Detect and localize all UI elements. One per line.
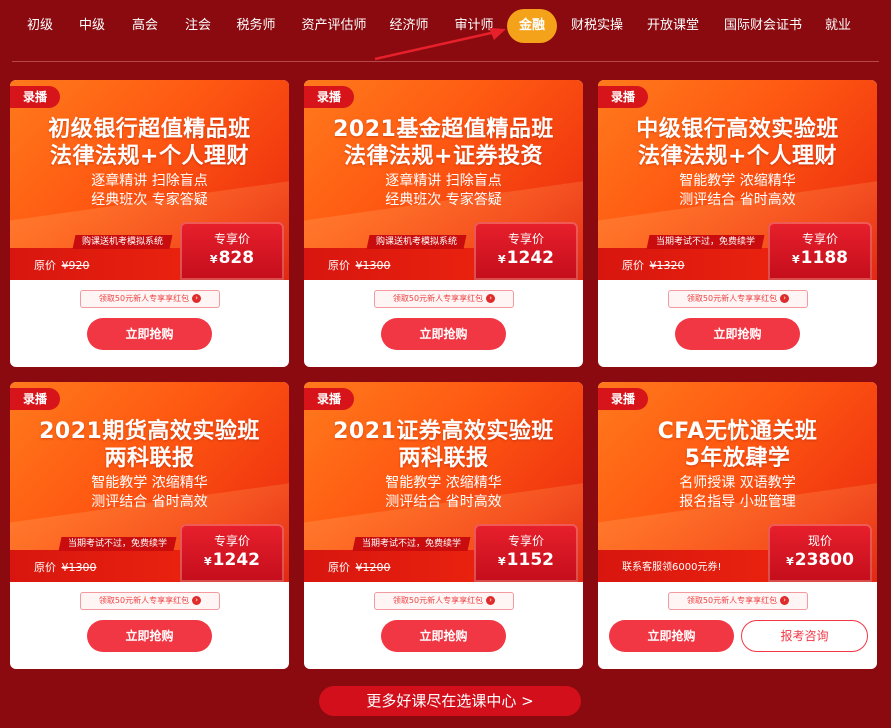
price-box: 专享价 ¥1152 bbox=[474, 524, 578, 582]
price-box: 现价 ¥23800 bbox=[768, 524, 872, 582]
buy-now-button[interactable]: 立即抢购 bbox=[87, 620, 212, 652]
promo-badge: 购课送机考模拟系统 bbox=[72, 235, 173, 249]
course-banner[interactable]: 录播 CFA无忧通关班 5年放肆学 名师授课 双语教学 报名指导 小班管理 联系客服… bbox=[598, 382, 877, 582]
tab-guoji-caihui[interactable]: 国际财会证书 bbox=[720, 9, 806, 43]
recorded-tag: 录播 bbox=[598, 388, 648, 410]
price-strip: 当期考试不过，免费续学 原价 ¥1200 bbox=[304, 537, 476, 582]
course-features: 逐章精讲 扫除盲点 经典班次 专家答疑 bbox=[385, 173, 502, 208]
original-price: 原价 ¥1320 bbox=[622, 259, 685, 272]
tab-zhuhui[interactable]: 注会 bbox=[174, 9, 222, 43]
course-card: 录播 CFA无忧通关班 5年放肆学 名师授课 双语教学 报名指导 小班管理 联系客服… bbox=[598, 382, 877, 669]
coupon-button[interactable]: 领取50元新人专享享红包 › bbox=[374, 592, 514, 610]
tab-chuji[interactable]: 初级 bbox=[16, 9, 64, 43]
chevron-right-icon: › bbox=[486, 294, 496, 303]
course-card: 录播 2021基金超值精品班 法律法规+证券投资 逐章精讲 扫除盲点 经典班次 专家… bbox=[304, 80, 583, 367]
top-nav: 初级 中级 高会 注会 税务师 资产评估师 经济师 审计师 金融 财税实操 开放… bbox=[0, 0, 891, 60]
course-banner[interactable]: 录播 中级银行高效实验班 法律法规+个人理财 智能教学 浓缩精华 测评结合 省时高效… bbox=[598, 80, 877, 280]
tab-zhongji[interactable]: 中级 bbox=[68, 9, 116, 43]
price-strip: 当期考试不过，免费续学 原价 ¥1300 bbox=[10, 537, 182, 582]
consult-button[interactable]: 报考咨询 bbox=[741, 620, 868, 652]
course-title: 2021期货高效实验班 两科联报 bbox=[39, 419, 260, 471]
price-box: 专享价 ¥1242 bbox=[474, 222, 578, 280]
course-card: 录播 2021证券高效实验班 两科联报 智能教学 浓缩精华 测评结合 省时高效 当期… bbox=[304, 382, 583, 669]
buy-now-button[interactable]: 立即抢购 bbox=[609, 620, 734, 652]
recorded-tag: 录播 bbox=[10, 388, 60, 410]
tab-zichan-pinggushi[interactable]: 资产评估师 bbox=[296, 9, 372, 43]
recorded-tag: 录播 bbox=[304, 86, 354, 108]
promo-badge: 当期考试不过，免费续学 bbox=[646, 235, 765, 249]
chevron-right-icon: › bbox=[780, 596, 790, 605]
coupon-button[interactable]: 领取50元新人专享享红包 › bbox=[668, 290, 808, 308]
recorded-tag: 录播 bbox=[598, 86, 648, 108]
tab-jingjishi[interactable]: 经济师 bbox=[381, 9, 437, 43]
coupon-button[interactable]: 领取50元新人专享享红包 › bbox=[80, 592, 220, 610]
course-features: 智能教学 浓缩精华 测评结合 省时高效 bbox=[385, 475, 502, 510]
price-box: 专享价 ¥1188 bbox=[768, 222, 872, 280]
buy-now-button[interactable]: 立即抢购 bbox=[87, 318, 212, 350]
course-title: 初级银行超值精品班 法律法规+个人理财 bbox=[48, 117, 251, 169]
course-title: 2021基金超值精品班 法律法规+证券投资 bbox=[333, 117, 554, 169]
course-features: 名师授课 双语教学 报名指导 小班管理 bbox=[679, 475, 796, 510]
price-box: 专享价 ¥1242 bbox=[180, 524, 284, 582]
price-strip: 购课送机考模拟系统 原价 ¥1300 bbox=[304, 235, 476, 280]
price-strip: 当期考试不过，免费续学 原价 ¥1320 bbox=[598, 235, 770, 280]
course-banner[interactable]: 录播 2021证券高效实验班 两科联报 智能教学 浓缩精华 测评结合 省时高效 当期… bbox=[304, 382, 583, 582]
tab-shenjishi[interactable]: 审计师 bbox=[446, 9, 502, 43]
promo-badge: 当期考试不过，免费续学 bbox=[352, 537, 471, 551]
course-card: 录播 中级银行高效实验班 法律法规+个人理财 智能教学 浓缩精华 测评结合 省时高效… bbox=[598, 80, 877, 367]
original-price: 原价 ¥1300 bbox=[34, 561, 97, 574]
coupon-button[interactable]: 领取50元新人专享享红包 › bbox=[668, 592, 808, 610]
chevron-right-icon: › bbox=[486, 596, 496, 605]
course-features: 智能教学 浓缩精华 测评结合 省时高效 bbox=[91, 475, 208, 510]
promo-badge: 购课送机考模拟系统 bbox=[366, 235, 467, 249]
coupon-button[interactable]: 领取50元新人专享享红包 › bbox=[374, 290, 514, 308]
original-price: 原价 ¥1300 bbox=[328, 259, 391, 272]
price-box: 专享价 ¥828 bbox=[180, 222, 284, 280]
original-price: 原价 ¥920 bbox=[34, 259, 90, 272]
course-features: 逐章精讲 扫除盲点 经典班次 专家答疑 bbox=[91, 173, 208, 208]
more-courses-button[interactable]: 更多好课尽在选课中心 > bbox=[319, 686, 581, 716]
tab-caishui-shicao[interactable]: 财税实操 bbox=[566, 9, 628, 43]
buy-now-button[interactable]: 立即抢购 bbox=[381, 318, 506, 350]
recorded-tag: 录播 bbox=[304, 388, 354, 410]
course-banner[interactable]: 录播 2021基金超值精品班 法律法规+证券投资 逐章精讲 扫除盲点 经典班次 专家… bbox=[304, 80, 583, 280]
course-card: 录播 2021期货高效实验班 两科联报 智能教学 浓缩精华 测评结合 省时高效 当期… bbox=[10, 382, 289, 669]
promo-badge: 当期考试不过，免费续学 bbox=[58, 537, 177, 551]
price-strip: 联系客服领6000元券! bbox=[598, 550, 770, 582]
buy-now-button[interactable]: 立即抢购 bbox=[675, 318, 800, 350]
tab-jinrong[interactable]: 金融 bbox=[507, 9, 557, 43]
chevron-right-icon: › bbox=[780, 294, 790, 303]
original-price: 原价 ¥1200 bbox=[328, 561, 391, 574]
course-banner[interactable]: 录播 2021期货高效实验班 两科联报 智能教学 浓缩精华 测评结合 省时高效 当期… bbox=[10, 382, 289, 582]
coupon-note: 联系客服领6000元券! bbox=[622, 562, 722, 573]
nav-divider bbox=[12, 61, 879, 62]
tab-shuiwushi[interactable]: 税务师 bbox=[228, 9, 284, 43]
buy-now-button[interactable]: 立即抢购 bbox=[381, 620, 506, 652]
chevron-right-icon: › bbox=[192, 596, 202, 605]
course-features: 智能教学 浓缩精华 测评结合 省时高效 bbox=[679, 173, 796, 208]
recorded-tag: 录播 bbox=[10, 86, 60, 108]
price-strip: 购课送机考模拟系统 原价 ¥920 bbox=[10, 235, 182, 280]
tab-kaifang-ketang[interactable]: 开放课堂 bbox=[642, 9, 704, 43]
tab-jiuye[interactable]: 就业 bbox=[818, 9, 858, 43]
chevron-right-icon: › bbox=[192, 294, 202, 303]
course-title: 中级银行高效实验班 法律法规+个人理财 bbox=[636, 117, 839, 169]
tab-gaohui[interactable]: 高会 bbox=[121, 9, 169, 43]
course-banner[interactable]: 录播 初级银行超值精品班 法律法规+个人理财 逐章精讲 扫除盲点 经典班次 专家答疑… bbox=[10, 80, 289, 280]
course-title: CFA无忧通关班 5年放肆学 bbox=[657, 419, 818, 471]
course-title: 2021证券高效实验班 两科联报 bbox=[333, 419, 554, 471]
coupon-button[interactable]: 领取50元新人专享享红包 › bbox=[80, 290, 220, 308]
course-card: 录播 初级银行超值精品班 法律法规+个人理财 逐章精讲 扫除盲点 经典班次 专家答疑… bbox=[10, 80, 289, 367]
